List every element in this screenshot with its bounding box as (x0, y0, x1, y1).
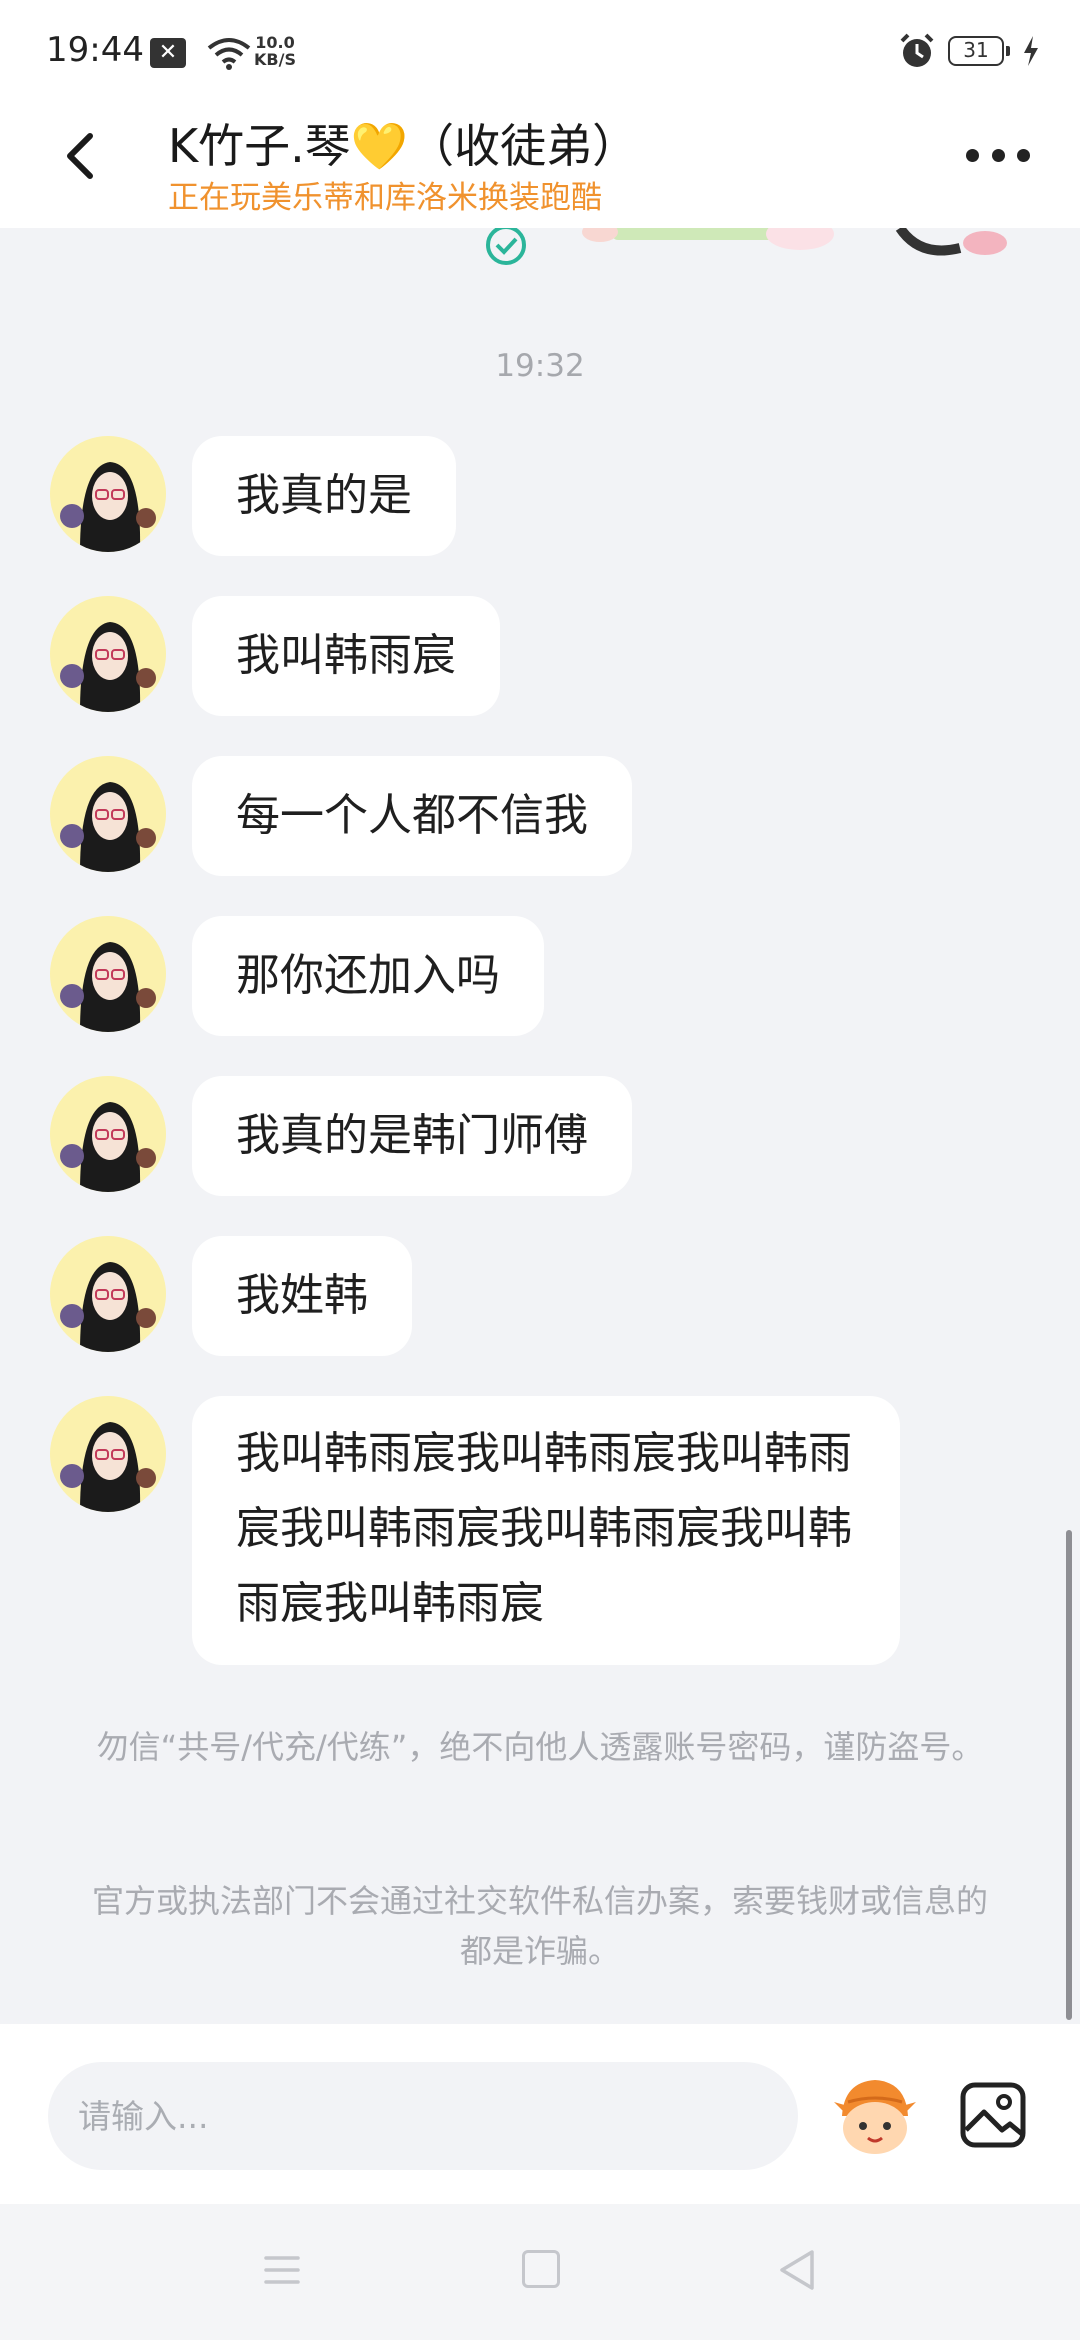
check-circle-icon (486, 228, 526, 265)
message-row: 我真的是韩门师傅 (50, 1076, 632, 1196)
previous-sticker-fragment (486, 228, 1007, 265)
image-icon[interactable] (958, 2080, 1028, 2150)
network-speed-unit: KB/S (254, 50, 296, 69)
message-bubble[interactable]: 我叫韩雨宸我叫韩雨宸我叫韩雨宸我叫韩雨宸我叫韩雨宸我叫韩雨宸我叫韩雨宸 (192, 1396, 900, 1665)
message-input[interactable] (48, 2062, 798, 2170)
network-speed: 10.0 KB/S (254, 34, 296, 68)
charging-icon (1024, 36, 1038, 66)
network-speed-value: 10.0 (255, 33, 295, 52)
message-row: 每一个人都不信我 (50, 756, 632, 876)
avatar[interactable] (50, 756, 166, 872)
contact-name[interactable]: K竹子.琴💛（收徒弟） (168, 110, 638, 176)
battery-icon: 31 (948, 36, 1010, 66)
more-dots-icon[interactable] (966, 140, 1030, 170)
message-row: 我姓韩 (50, 1236, 412, 1356)
status-right-icons: 31 (898, 32, 1040, 70)
status-time: 19:44 (46, 30, 144, 70)
notification-x-icon: ✕ (150, 38, 186, 68)
message-bubble[interactable]: 我姓韩 (192, 1236, 412, 1356)
message-bubble[interactable]: 我真的是韩门师傅 (192, 1076, 632, 1196)
wifi-icon (207, 38, 251, 70)
battery-level: 31 (963, 38, 989, 62)
chat-header: K竹子.琴💛（收徒弟） 正在玩美乐蒂和库洛米换装跑酷 (0, 100, 1080, 228)
message-timestamp: 19:32 (495, 348, 585, 384)
message-row: 我真的是 (50, 436, 456, 556)
back-arrow-icon[interactable] (52, 126, 112, 186)
avatar[interactable] (50, 1076, 166, 1192)
status-bar: 19:44 ✕ 10.0 KB/S 31 (0, 0, 1080, 100)
message-row: 我叫韩雨宸我叫韩雨宸我叫韩雨宸我叫韩雨宸我叫韩雨宸我叫韩雨宸我叫韩雨宸 (50, 1396, 900, 1665)
avatar[interactable] (50, 1236, 166, 1352)
message-row: 我叫韩雨宸 (50, 596, 500, 716)
status-left-icons: ✕ (150, 36, 252, 70)
message-bubble[interactable]: 那你还加入吗 (192, 916, 544, 1036)
avatar[interactable] (50, 596, 166, 712)
message-bubble[interactable]: 我真的是 (192, 436, 456, 556)
message-row: 那你还加入吗 (50, 916, 544, 1036)
input-bar (0, 2024, 1080, 2204)
back-triangle-icon[interactable] (776, 2248, 818, 2292)
avatar[interactable] (50, 916, 166, 1032)
chat-area[interactable]: 19:32 我真的是 我叫韩雨宸 每一个人都不信我 那你还加入吗 我真的是韩门师… (0, 228, 1080, 2024)
scrollbar[interactable] (1066, 1530, 1072, 2020)
anti-fraud-notice: 官方或执法部门不会通过社交软件私信办案，索要钱财或信息的都是诈骗。 (91, 1882, 988, 1970)
system-nav-bar (0, 2204, 1080, 2340)
alarm-icon (900, 33, 934, 67)
menu-icon[interactable] (262, 2250, 302, 2290)
message-bubble[interactable]: 每一个人都不信我 (192, 756, 632, 876)
message-bubble[interactable]: 我叫韩雨宸 (192, 596, 500, 716)
anti-fraud-notice: 勿信“共号/代充/代练”，绝不向他人透露账号密码，谨防盗号。 (96, 1728, 984, 1766)
home-square-icon[interactable] (522, 2250, 560, 2288)
emoji-mascot-icon[interactable] (830, 2072, 920, 2162)
contact-status: 正在玩美乐蒂和库洛米换装跑酷 (168, 180, 602, 216)
avatar[interactable] (50, 436, 166, 552)
avatar[interactable] (50, 1396, 166, 1512)
